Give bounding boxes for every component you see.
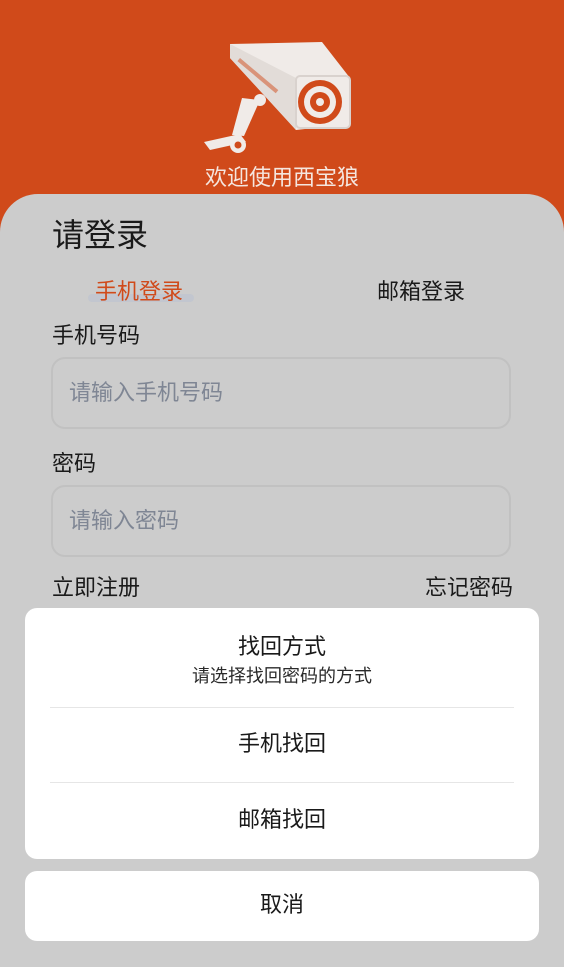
tab-phone-login[interactable]: 手机登录	[95, 274, 183, 306]
password-input[interactable]	[53, 487, 509, 555]
phone-input[interactable]	[53, 359, 509, 427]
divider	[50, 782, 514, 783]
password-field-box	[51, 485, 511, 557]
register-link[interactable]: 立即注册	[52, 570, 140, 602]
password-label: 密码	[52, 452, 97, 477]
sheet-title: 找回方式	[237, 635, 326, 660]
forgot-password-link[interactable]: 忘记密码	[425, 570, 513, 602]
recovery-action-sheet: 找回方式 请选择找回密码的方式 手机找回 邮箱找回	[25, 608, 539, 859]
recover-by-email-option[interactable]: 邮箱找回	[25, 784, 539, 858]
security-camera-icon	[204, 42, 351, 153]
cancel-button[interactable]: 取消	[25, 871, 539, 941]
welcome-text: 欢迎使用西宝狼	[204, 166, 359, 191]
page-title: 请登录	[52, 216, 149, 254]
phone-field-box	[51, 357, 511, 429]
sheet-subtitle: 请选择找回密码的方式	[192, 666, 372, 687]
tab-email-login[interactable]: 邮箱登录	[377, 274, 465, 306]
phone-label: 手机号码	[52, 324, 141, 349]
recover-by-phone-option[interactable]: 手机找回	[25, 708, 539, 782]
